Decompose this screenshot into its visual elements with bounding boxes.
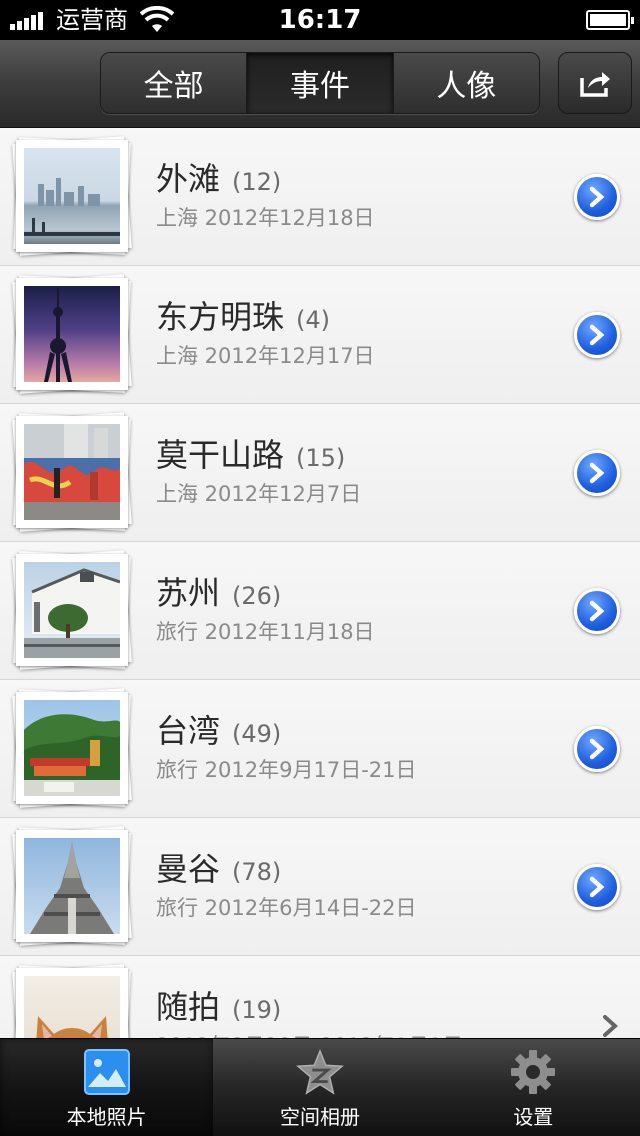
temple-spire-photo [24, 838, 120, 934]
album-thumbnail [12, 826, 134, 946]
album-row[interactable]: 外滩 (12) 上海 2012年12月18日 [0, 128, 640, 266]
album-thumbnail [12, 136, 134, 256]
chevron-right-icon [589, 876, 605, 898]
segmented-control: 全部 事件 人像 [100, 52, 540, 114]
segment-all[interactable]: 全部 [101, 53, 248, 113]
album-title: 随拍 [156, 988, 221, 1026]
disclosure-button[interactable] [574, 450, 620, 496]
museum-tree-photo [24, 562, 120, 658]
album-subtitle: 上海 2012年12月18日 [156, 206, 375, 230]
album-subtitle: 旅行 2012年9月17日-21日 [156, 758, 417, 782]
album-thumbnail [12, 274, 134, 394]
status-time: 16:17 [278, 5, 362, 35]
tab-bar: 本地照片 空间相册 设置 [0, 1038, 640, 1136]
album-thumbnail [12, 688, 134, 808]
navigation-bar: 全部 事件 人像 [0, 40, 640, 128]
tab-label: 本地照片 [66, 1105, 147, 1129]
album-title: 苏州 [156, 574, 221, 612]
disclosure-button[interactable] [574, 312, 620, 358]
chevron-right-icon [589, 462, 605, 484]
chevron-right-icon [589, 186, 605, 208]
album-subtitle: 旅行 2012年11月18日 [156, 620, 375, 644]
album-subtitle: 上海 2012年12月17日 [156, 344, 375, 368]
segment-people[interactable]: 人像 [393, 53, 539, 113]
album-count: (26) [232, 582, 282, 610]
album-thumbnail [12, 412, 134, 532]
album-row[interactable]: 苏州 (26) 旅行 2012年11月18日 [0, 542, 640, 680]
album-thumbnail [12, 550, 134, 670]
album-title: 东方明珠 [156, 298, 285, 336]
tv-tower-photo [24, 286, 120, 382]
album-thumbnail [12, 964, 134, 1038]
disclosure-button[interactable] [574, 864, 620, 910]
album-count: (15) [296, 444, 346, 472]
segment-events[interactable]: 事件 [247, 53, 394, 113]
album-title: 莫干山路 [156, 436, 285, 474]
disclosure-button[interactable] [574, 174, 620, 220]
share-button[interactable] [558, 52, 632, 114]
album-count: (49) [232, 720, 282, 748]
tab-settings[interactable]: 设置 [427, 1039, 640, 1136]
album-subtitle: 上海 2012年12月7日 [156, 482, 362, 506]
chevron-right-icon[interactable] [598, 1014, 622, 1038]
album-title: 台湾 [156, 712, 221, 750]
tab-label: 空间相册 [279, 1105, 360, 1129]
star-icon [296, 1048, 344, 1095]
hillside-temple-photo [24, 700, 120, 796]
album-row[interactable]: 东方明珠 (4) 上海 2012年12月17日 [0, 266, 640, 404]
gear-icon [511, 1050, 556, 1094]
album-row[interactable]: 随拍 (19) 2012年8月20日-2013年1月1日 [0, 956, 640, 1038]
album-row[interactable]: 莫干山路 (15) 上海 2012年12月7日 [0, 404, 640, 542]
tab-label: 设置 [513, 1105, 554, 1129]
album-count: (4) [296, 306, 331, 334]
tab-qzone-album[interactable]: 空间相册 [213, 1039, 426, 1136]
album-subtitle: 2012年8月20日-2013年1月1日 [156, 1030, 463, 1038]
photo-icon [83, 1049, 130, 1095]
album-list[interactable]: 外滩 (12) 上海 2012年12月18日 东方明珠 (4) 上海 2012年… [0, 128, 640, 1038]
graffiti-wall-photo [24, 424, 120, 520]
chevron-right-icon [589, 738, 605, 760]
chevron-right-icon [589, 600, 605, 622]
disclosure-button[interactable] [574, 588, 620, 634]
share-icon [580, 72, 610, 97]
album-count: (19) [232, 996, 282, 1024]
album-subtitle: 旅行 2012年6月14日-22日 [156, 896, 417, 920]
album-row[interactable]: 曼谷 (78) 旅行 2012年6月14日-22日 [0, 818, 640, 956]
disclosure-button[interactable] [574, 726, 620, 772]
chevron-right-icon [589, 324, 605, 346]
album-count: (78) [232, 858, 282, 886]
status-bar: 运营商 16:17 [0, 0, 640, 40]
album-row[interactable]: 台湾 (49) 旅行 2012年9月17日-21日 [0, 680, 640, 818]
album-title: 外滩 [156, 160, 221, 198]
battery-icon [586, 10, 634, 30]
bund-skyline-photo [24, 148, 120, 244]
tab-local-photos[interactable]: 本地照片 [0, 1039, 214, 1136]
album-title: 曼谷 [156, 850, 221, 888]
cat-photo [24, 976, 120, 1038]
album-count: (12) [232, 168, 282, 196]
